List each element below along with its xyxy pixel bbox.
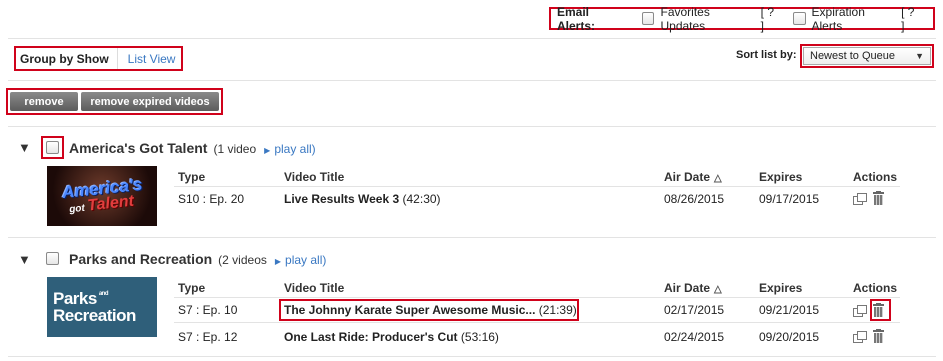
episode-actions bbox=[853, 303, 884, 317]
play-icon: ▶ bbox=[274, 257, 282, 266]
row-divider bbox=[174, 322, 900, 323]
collapse-triangle-icon[interactable]: ▼ bbox=[18, 252, 31, 267]
show-title-row: America's Got Talent (1 video ▶ play all) bbox=[69, 140, 316, 156]
remove-expired-button[interactable]: remove expired videos bbox=[81, 92, 219, 111]
thumb-line-2: Recreation bbox=[53, 306, 136, 325]
episode-actions bbox=[853, 329, 884, 343]
column-header-expires: Expires bbox=[759, 281, 803, 295]
sort-select[interactable]: Newest to Queue ▼ bbox=[800, 44, 934, 68]
column-header-actions: Actions bbox=[853, 170, 898, 184]
episode-title[interactable]: One Last Ride: Producer's Cut (53:16) bbox=[284, 330, 499, 344]
show-count: (2 videos bbox=[218, 253, 267, 267]
play-all-link[interactable]: ▶ play all) bbox=[275, 253, 327, 267]
divider bbox=[8, 126, 936, 127]
expiration-alerts-option[interactable]: Expiration Alerts [ ? ] bbox=[792, 4, 921, 33]
dropdown-arrow-icon: ▼ bbox=[915, 51, 924, 61]
show-thumbnail[interactable]: America's gotTalent bbox=[47, 166, 157, 226]
favorites-updates-label: Favorites Updates bbox=[660, 4, 710, 33]
bulk-actions: remove remove expired videos bbox=[6, 88, 223, 115]
favorites-updates-checkbox[interactable] bbox=[641, 12, 655, 25]
collapse-triangle-icon[interactable]: ▼ bbox=[18, 140, 31, 155]
column-header-video-title: Video Title bbox=[284, 170, 345, 184]
episode-type: S7 : Ep. 10 bbox=[178, 303, 238, 317]
divider bbox=[8, 80, 936, 81]
favorites-updates-option[interactable]: Favorites Updates [ ? ] bbox=[641, 4, 781, 33]
sort-triangle-icon: △ bbox=[714, 284, 722, 295]
trash-icon[interactable] bbox=[873, 191, 884, 205]
trash-icon[interactable] bbox=[873, 303, 884, 317]
row-divider bbox=[174, 297, 900, 298]
column-header-video-title: Video Title bbox=[284, 281, 345, 295]
expiration-alerts-checkbox[interactable] bbox=[792, 12, 806, 25]
column-header-type: Type bbox=[178, 170, 206, 184]
expiration-alerts-help[interactable]: [ ? ] bbox=[901, 5, 921, 33]
play-all-link[interactable]: ▶ play all) bbox=[264, 142, 316, 156]
play-all-label: play all) bbox=[285, 253, 327, 267]
email-alerts-label: Email Alerts: bbox=[557, 4, 596, 33]
episode-actions bbox=[853, 191, 884, 205]
divider bbox=[8, 356, 936, 357]
episode-expires: 09/21/2015 bbox=[759, 303, 820, 317]
episode-title[interactable]: Live Results Week 3 (42:30) bbox=[284, 192, 441, 206]
play-all-label: play all) bbox=[274, 142, 316, 156]
show-checkbox[interactable] bbox=[46, 141, 59, 154]
episode-type: S7 : Ep. 12 bbox=[178, 330, 238, 344]
popout-icon[interactable] bbox=[853, 304, 867, 317]
view-toggle: Group by Show List View bbox=[14, 46, 183, 71]
divider bbox=[8, 237, 936, 238]
sort-selected-value: Newest to Queue bbox=[810, 50, 895, 62]
group-by-show-tab[interactable]: Group by Show bbox=[16, 48, 118, 69]
episode-air-date: 08/26/2015 bbox=[664, 192, 725, 206]
divider bbox=[8, 38, 936, 39]
play-icon: ▶ bbox=[264, 146, 271, 155]
show-title[interactable]: Parks and Recreation bbox=[69, 251, 212, 267]
column-header-air-date[interactable]: Air Date △ bbox=[664, 170, 722, 184]
sort-label: Sort list by: bbox=[736, 49, 797, 61]
row-divider bbox=[174, 186, 900, 187]
popout-icon[interactable] bbox=[853, 330, 867, 343]
show-count: (1 video bbox=[213, 142, 257, 156]
list-view-tab[interactable]: List View bbox=[118, 52, 176, 66]
popout-icon[interactable] bbox=[853, 192, 867, 205]
show-thumbnail[interactable]: Parks and Recreation bbox=[47, 277, 157, 337]
column-header-expires: Expires bbox=[759, 170, 803, 184]
episode-air-date: 02/17/2015 bbox=[664, 303, 725, 317]
thumb-line-1: Parks and bbox=[53, 289, 109, 308]
show-checkbox[interactable] bbox=[46, 252, 59, 265]
remove-button[interactable]: remove bbox=[10, 92, 78, 111]
episode-title[interactable]: The Johnny Karate Super Awesome Music...… bbox=[284, 303, 577, 317]
episode-air-date: 02/24/2015 bbox=[664, 330, 725, 344]
show-title-row: Parks and Recreation (2 videos ▶ play all) bbox=[69, 251, 326, 267]
column-header-air-date[interactable]: Air Date △ bbox=[664, 281, 722, 295]
trash-icon[interactable] bbox=[873, 329, 884, 343]
episode-expires: 09/20/2015 bbox=[759, 330, 820, 344]
show-title[interactable]: America's Got Talent bbox=[69, 140, 207, 156]
favorites-updates-help[interactable]: [ ? ] bbox=[761, 5, 781, 33]
episode-expires: 09/17/2015 bbox=[759, 192, 820, 206]
email-alerts-bar: Email Alerts: Favorites Updates [ ? ] Ex… bbox=[549, 4, 935, 33]
sort-triangle-icon: △ bbox=[714, 173, 722, 184]
column-header-actions: Actions bbox=[853, 281, 898, 295]
column-header-type: Type bbox=[178, 281, 206, 295]
expiration-alerts-label: Expiration Alerts bbox=[811, 4, 865, 33]
episode-type: S10 : Ep. 20 bbox=[178, 192, 245, 206]
